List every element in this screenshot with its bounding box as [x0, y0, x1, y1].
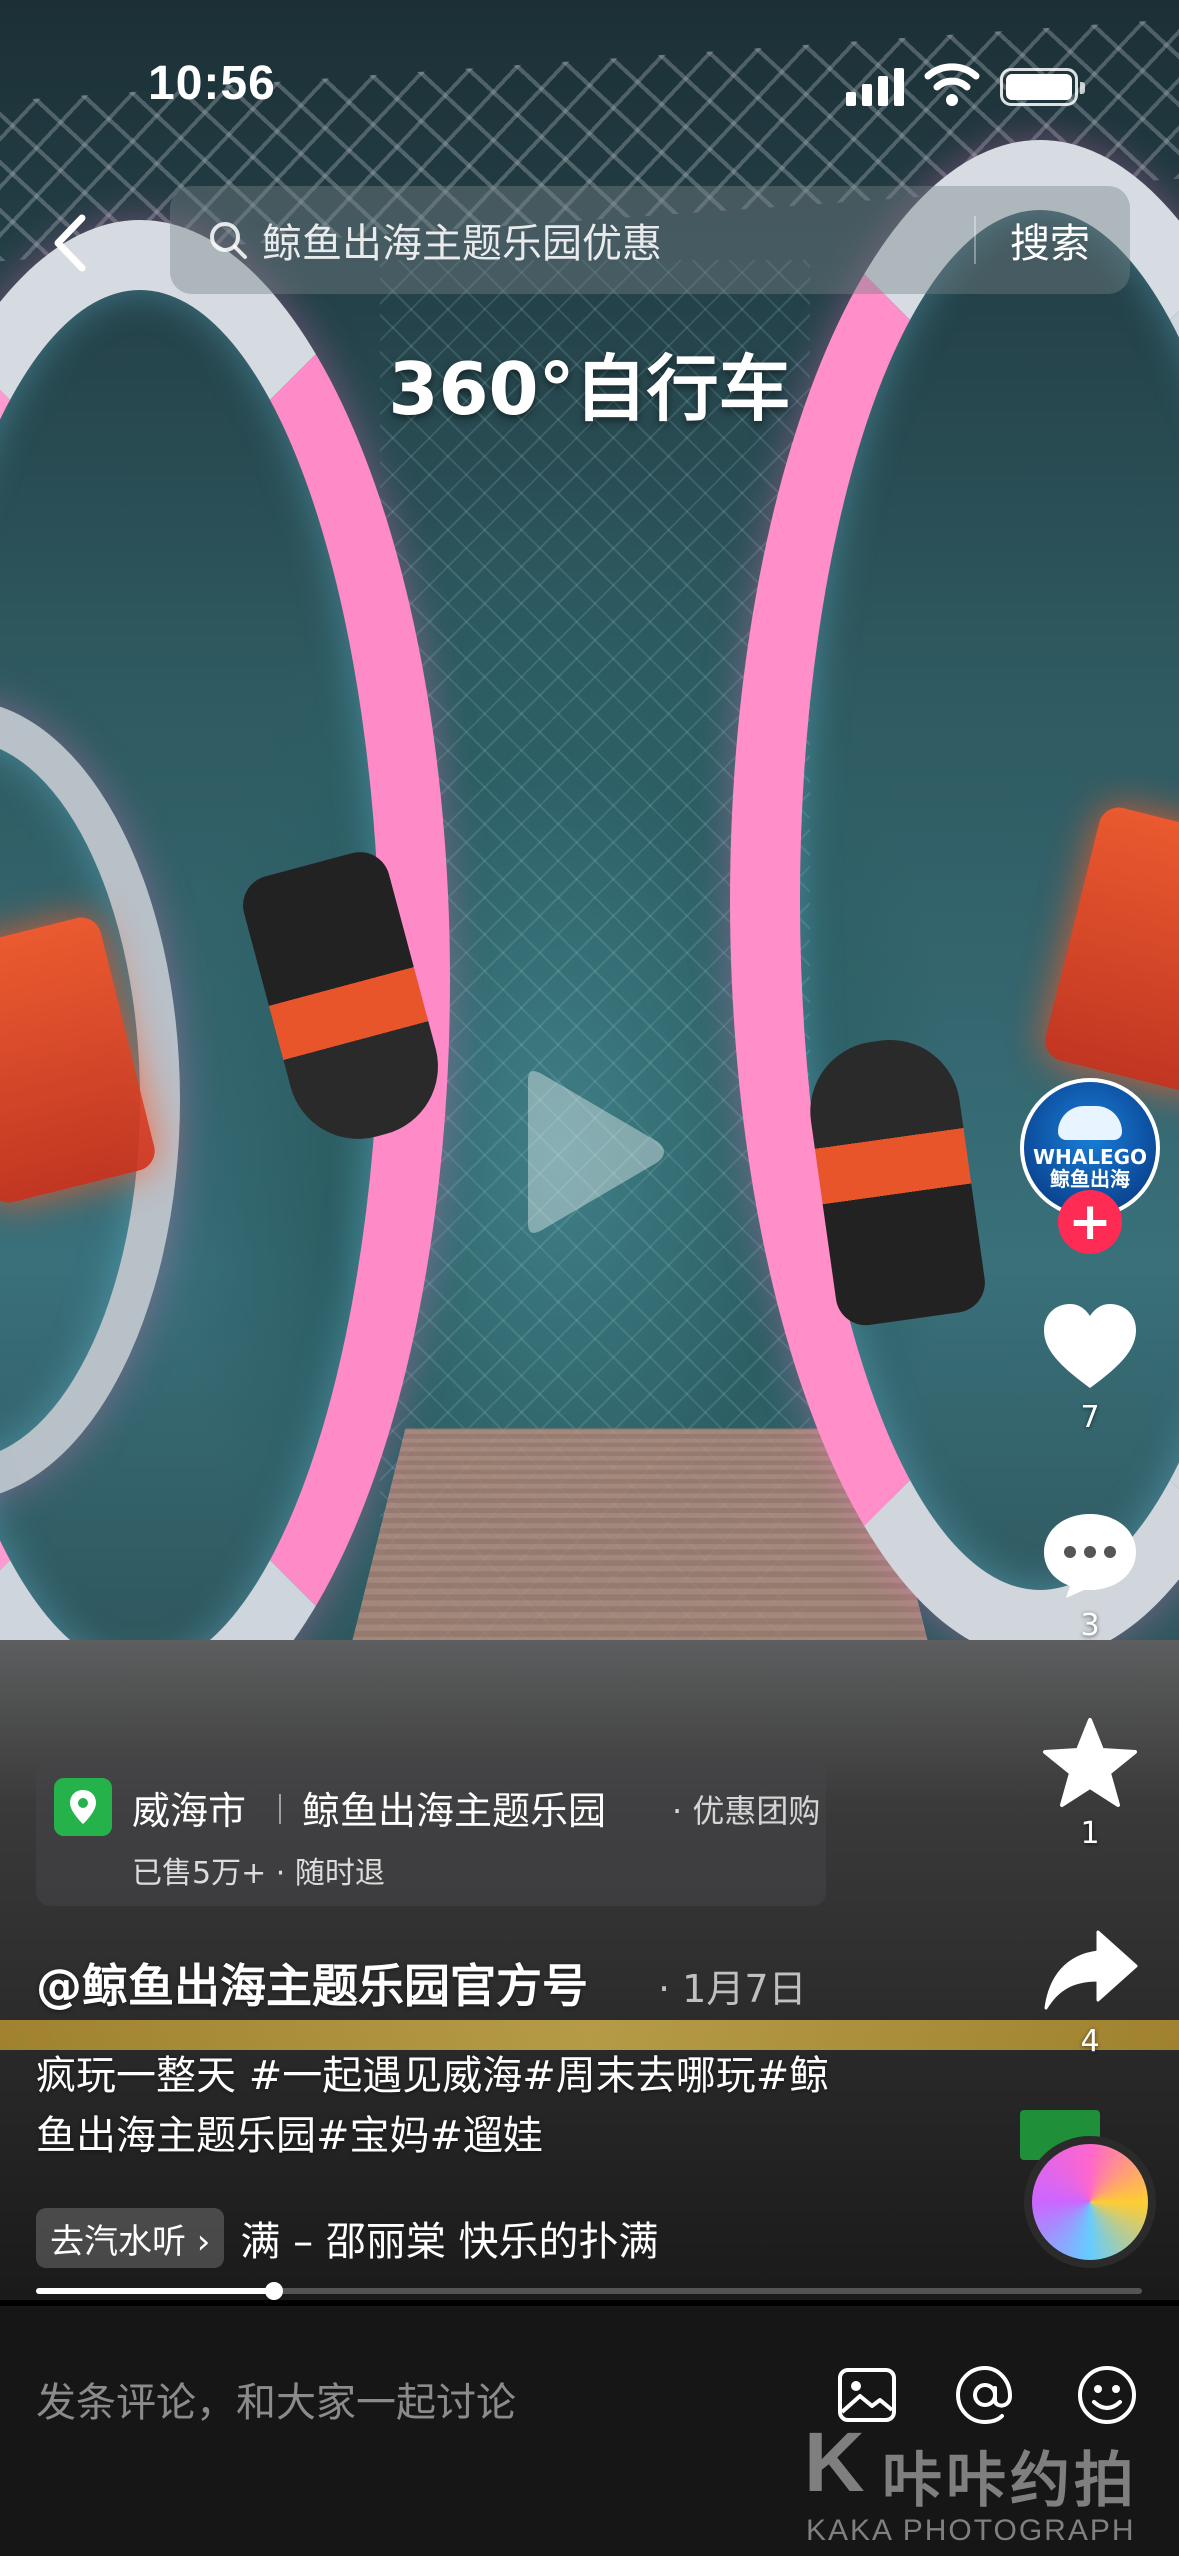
favorite-count: 1: [1080, 1816, 1100, 1851]
author-name[interactable]: @鲸鱼出海主题乐园官方号: [36, 1950, 588, 2016]
video-caption: 360°自行车: [388, 347, 791, 431]
follow-button[interactable]: +: [1058, 1190, 1122, 1254]
search-icon: [210, 222, 247, 259]
heart-icon: [1044, 1304, 1136, 1388]
favorite-button[interactable]: 1: [1020, 1716, 1160, 1851]
wifi-icon: [924, 63, 980, 106]
video-progress-bar[interactable]: [36, 2282, 1142, 2300]
watermark-logo: K 咔咔约拍 KAKA PHOTOGRAPH: [804, 2414, 1164, 2554]
like-count: 7: [1080, 1400, 1100, 1435]
poi-city: 威海市: [132, 1789, 247, 1833]
share-button[interactable]: 4: [1020, 1924, 1160, 2059]
poi-tag: · 优惠团购: [672, 1792, 821, 1830]
poi-sub: 已售5万+ · 随时退: [132, 1856, 385, 1891]
poi-divider: [279, 1794, 281, 1824]
comment-button[interactable]: 3: [1020, 1508, 1160, 1643]
watermark-letter: K: [804, 2415, 865, 2509]
battery-icon: [1000, 68, 1085, 106]
back-icon[interactable]: [42, 208, 102, 278]
whale-logo-icon: [1058, 1106, 1122, 1140]
post-description-line-1: 疯玩一整天 #一起遇见威海#周末去哪玩#鲸: [36, 2053, 830, 2099]
clock: 10:56: [148, 57, 276, 110]
play-icon[interactable]: [508, 1062, 668, 1242]
share-icon: [1044, 1930, 1138, 2010]
like-button[interactable]: 7: [1020, 1300, 1160, 1435]
watermark-cn: 咔咔约拍: [882, 2446, 1138, 2516]
comment-count: 3: [1080, 1608, 1100, 1643]
progress-fill: [36, 2288, 274, 2294]
comment-input[interactable]: 发条评论，和大家一起讨论: [36, 2370, 516, 2428]
location-card[interactable]: 威海市 鲸鱼出海主题乐园 · 优惠团购 已售5万+ · 随时退: [36, 1760, 826, 1906]
post-date: · 1月7日: [658, 1967, 807, 2011]
music-chip[interactable]: 去汽水听 ›: [36, 2208, 225, 2268]
status-bar: 10:56: [0, 0, 1179, 150]
share-count: 4: [1080, 2024, 1100, 2059]
avatar-text: WHALEGO 鲸鱼出海: [1032, 1145, 1148, 1191]
star-icon: [1043, 1718, 1137, 1807]
music-disc[interactable]: [1024, 2136, 1156, 2268]
post-description[interactable]: 疯玩一整天 #一起遇见威海#周末去哪玩#鲸 鱼出海主题乐园#宝妈#遛娃: [36, 2046, 896, 2166]
post-description-line-2: 鱼出海主题乐园#宝妈#遛娃: [36, 2113, 544, 2159]
cell-signal-icon: [846, 66, 904, 106]
search-divider: [974, 216, 976, 264]
progress-knob[interactable]: [264, 2282, 283, 2300]
watermark-en: KAKA PHOTOGRAPH: [806, 2514, 1136, 2547]
search-query[interactable]: 鲸鱼出海主题乐园优惠: [262, 211, 974, 269]
poi-name: 鲸鱼出海主题乐园: [302, 1789, 607, 1833]
location-pin-icon: [54, 1778, 112, 1836]
music-title: 满 – 邵丽棠 快乐的扑满: [240, 2219, 659, 2265]
search-button[interactable]: 搜索: [1010, 211, 1090, 269]
comment-icon: [1044, 1514, 1136, 1598]
search-bar[interactable]: 鲸鱼出海主题乐园优惠 搜索: [170, 186, 1130, 294]
music-row[interactable]: 去汽水听 › 满 – 邵丽棠 快乐的扑满: [36, 2208, 760, 2268]
